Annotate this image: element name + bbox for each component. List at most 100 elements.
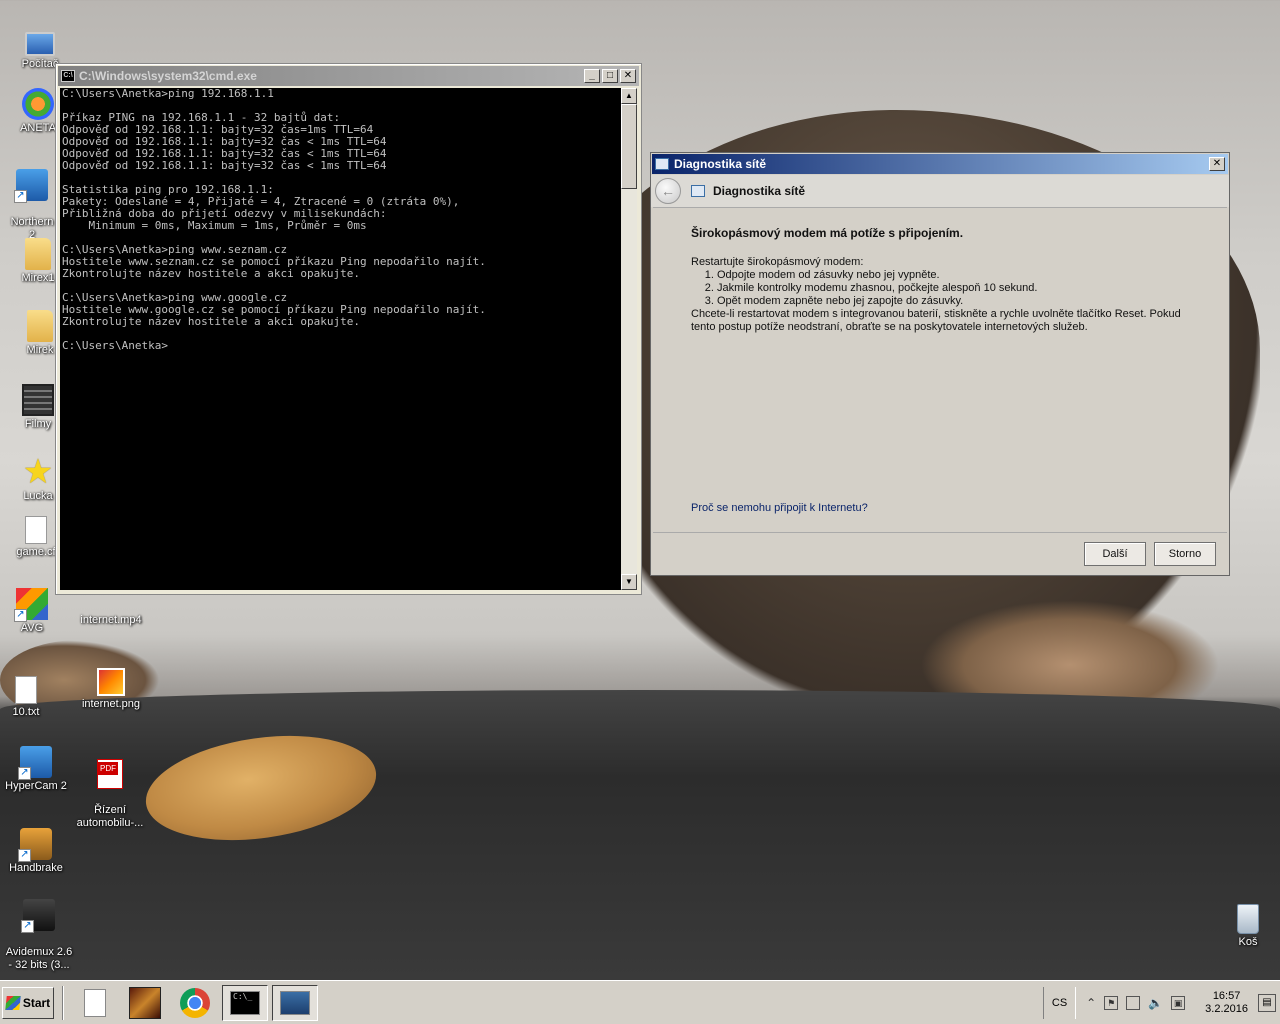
desktop-icon-label: game.cf	[16, 546, 56, 558]
desktop-icon-rizeni[interactable]: Řízení automobilu-...	[72, 746, 148, 830]
diag-content: Širokopásmový modem má potíže s připojen…	[653, 207, 1227, 533]
clock-time: 16:57	[1212, 989, 1241, 1002]
diag-header: ← Diagnostika sítě	[651, 175, 1229, 207]
avg-icon	[14, 588, 48, 622]
recycle-bin-icon	[1237, 904, 1259, 934]
clock-date: 3.2.2016	[1205, 1002, 1248, 1015]
close-button[interactable]: ✕	[620, 69, 636, 83]
notification-icon[interactable]: ▤	[1258, 993, 1276, 1012]
clock[interactable]: 16:57 3.2.2016	[1195, 990, 1258, 1016]
network-diagnostics-icon	[280, 990, 310, 1015]
star-icon: ★	[22, 453, 54, 491]
desktop-icon-label: Počítač	[21, 58, 59, 70]
folder-icon	[25, 238, 51, 270]
desktop-icon-label: Lucka	[23, 490, 53, 502]
desktop-icon-hypercam[interactable]: HyperCam 2	[0, 746, 74, 793]
desktop-icon-label: Avidemux 2.6 - 32 bits (3...	[5, 946, 73, 971]
back-arrow-icon[interactable]: ←	[655, 178, 681, 204]
diag-title: Diagnostika sítě	[674, 157, 767, 171]
taskbar-network-diagnostics[interactable]	[272, 984, 318, 1021]
desktop-icon-label: internet.png	[81, 698, 141, 710]
game-icon	[129, 986, 161, 1019]
start-button[interactable]: Start	[2, 986, 54, 1019]
desktop-icon-label: AVG	[20, 622, 44, 634]
avidemux-icon	[21, 899, 55, 933]
diag-titlebar[interactable]: Diagnostika sítě ✕	[652, 154, 1228, 174]
desktop-icon-label: internet.mp4	[80, 614, 142, 626]
folder-icon	[27, 310, 53, 342]
start-label: Start	[22, 995, 51, 1010]
desktop-icon-label: HyperCam 2	[5, 780, 67, 792]
instructions-note: Chcete-li restartovat modem s integrovan…	[691, 308, 1181, 333]
cancel-button[interactable]: Storno	[1154, 542, 1216, 566]
cmd-title: C:\Windows\system32\cmd.exe	[79, 69, 257, 83]
desktop-icon-10-txt[interactable]: 10.txt	[0, 676, 64, 719]
minimize-button[interactable]: _	[584, 69, 600, 83]
video-file-icon	[95, 592, 127, 612]
desktop-icon-avidemux[interactable]: Avidemux 2.6 - 32 bits (3...	[1, 886, 77, 972]
close-button[interactable]: ✕	[1209, 157, 1225, 171]
desktop-icon-label: Handbrake	[9, 862, 63, 874]
network-icon	[691, 185, 705, 197]
tray-icons: ⌃ ⚑ 🔈 ▣	[1076, 995, 1195, 1010]
problem-heading: Širokopásmový modem má potíže s připojen…	[691, 226, 964, 240]
step-item: Odpojte modem od zásuvky nebo jej vypnět…	[717, 269, 1189, 282]
computer-icon	[25, 32, 55, 56]
taskbar-cmd[interactable]: C:\_	[222, 984, 268, 1021]
action-center-flag-icon[interactable]: ⚑	[1104, 995, 1119, 1010]
scroll-thumb[interactable]	[621, 104, 637, 189]
desktop-icon-label: Mirek	[26, 344, 54, 356]
network-icon	[655, 158, 669, 170]
network-diagnostics-dialog[interactable]: Diagnostika sítě ✕ ← Diagnostika sítě Ši…	[650, 152, 1230, 576]
show-hidden-icons-icon[interactable]: ⌃	[1086, 996, 1096, 1010]
taskbar-game[interactable]	[122, 985, 168, 1021]
desktop-icon-handbrake[interactable]: Handbrake	[0, 828, 74, 875]
text-file-icon	[15, 676, 37, 704]
maximize-button[interactable]: □	[602, 69, 618, 83]
film-folder-icon	[22, 384, 54, 416]
chrome-icon	[180, 987, 210, 1018]
scroll-down-icon[interactable]: ▼	[621, 574, 637, 590]
cmd-window[interactable]: C:\ C:\Windows\system32\cmd.exe _ □ ✕ C:…	[55, 63, 642, 595]
windows-logo-icon	[5, 995, 21, 1010]
next-button[interactable]: Další	[1084, 542, 1146, 566]
desktop-icon-label: ANETA	[20, 122, 56, 134]
cmd-scrollbar[interactable]: ▲ ▼	[621, 88, 637, 590]
network-status-icon[interactable]: ▣	[1171, 995, 1186, 1010]
scroll-up-icon[interactable]: ▲	[621, 88, 637, 104]
cmd-console-output[interactable]: C:\Users\Anetka>ping 192.168.1.1 Příkaz …	[60, 88, 621, 590]
diag-header-title: Diagnostika sítě	[713, 184, 806, 198]
handbrake-icon	[18, 828, 52, 862]
desktop-icon-recycle-bin[interactable]: Koš	[1210, 904, 1280, 949]
taskbar: Start C:\_ CS ⌃ ⚑ 🔈 ▣ 16:57 3.2.2016 ▤	[0, 980, 1280, 1024]
language-indicator[interactable]: CS	[1042, 986, 1077, 1019]
hypercam-icon	[18, 746, 52, 780]
desktop-icon-label: Řízení automobilu-...	[76, 804, 144, 829]
messenger-icon	[22, 88, 54, 120]
document-icon	[84, 988, 106, 1017]
desktop-icon-label: 10.txt	[12, 706, 40, 718]
monitor-icon[interactable]	[1126, 995, 1141, 1010]
taskbar-notepad[interactable]	[72, 985, 118, 1021]
desktop-icon-internet-mp4[interactable]: internet.mp4	[73, 592, 149, 627]
desktop-icon-label: Filmy	[24, 418, 52, 430]
file-icon	[25, 516, 47, 544]
cmd-icon: C:\_	[230, 990, 260, 1015]
taskbar-chrome[interactable]	[172, 985, 218, 1021]
steps-list: Odpojte modem od zásuvky nebo jej vypnět…	[717, 269, 1189, 308]
instructions-intro: Restartujte širokopásmový modem:	[691, 256, 864, 268]
taskbar-separator	[62, 985, 64, 1020]
step-item: Opět modem zapněte nebo jej zapojte do z…	[717, 295, 1189, 308]
system-tray: CS ⌃ ⚑ 🔈 ▣ 16:57 3.2.2016 ▤	[1042, 985, 1280, 1021]
desktop-icon-avg[interactable]: AVG	[0, 588, 70, 635]
cmd-app-icon: C:\	[61, 70, 75, 82]
help-link[interactable]: Proč se nemohu připojit k Internetu?	[691, 502, 868, 514]
desktop-icon-internet-png[interactable]: internet.png	[73, 668, 149, 711]
pdf-icon	[97, 759, 123, 789]
image-file-icon	[97, 668, 125, 696]
desktop-icon-label: Mirex1	[21, 272, 55, 284]
speaker-icon[interactable]: 🔈	[1148, 996, 1163, 1010]
desktop-icon-label: Koš	[1238, 936, 1258, 948]
cmd-titlebar[interactable]: C:\ C:\Windows\system32\cmd.exe _ □ ✕	[58, 66, 639, 86]
step-item: Jakmile kontrolky modemu zhasnou, počkej…	[717, 282, 1189, 295]
